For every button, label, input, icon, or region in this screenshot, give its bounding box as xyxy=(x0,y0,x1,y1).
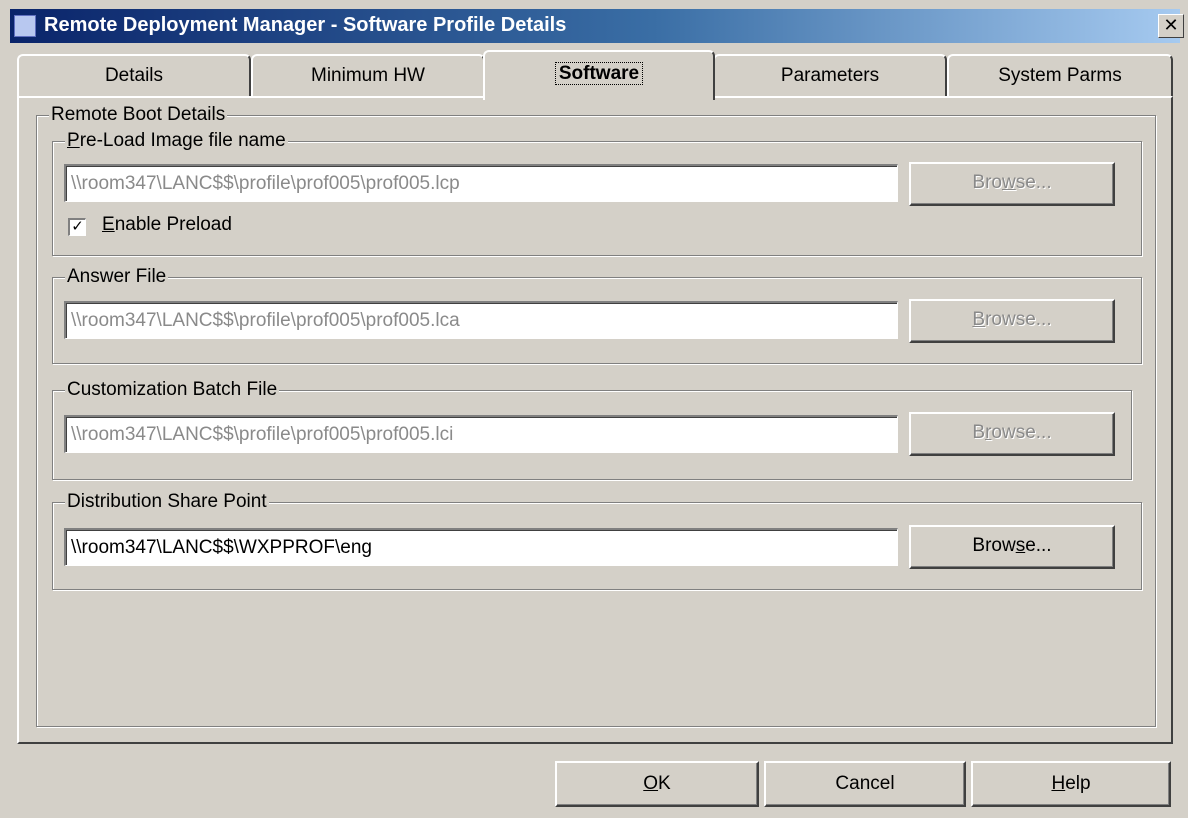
tab-system-parms-label: System Parms xyxy=(998,65,1122,86)
tab-system-parms[interactable]: System Parms xyxy=(947,54,1173,96)
enable-preload-label[interactable]: Enable Preload xyxy=(102,214,232,236)
remote-boot-details-title: Remote Boot Details xyxy=(49,104,228,126)
app-icon xyxy=(14,15,36,37)
ok-button[interactable]: OK xyxy=(555,761,759,807)
close-icon: ✕ xyxy=(1163,15,1179,35)
checkmark-icon: ✓ xyxy=(71,218,84,235)
preload-browse-button[interactable]: Browse... xyxy=(909,162,1115,206)
customization-browse-button[interactable]: Browse... xyxy=(909,412,1115,456)
tab-details[interactable]: Details xyxy=(17,54,251,96)
distribution-share-title: Distribution Share Point xyxy=(65,491,269,513)
enable-preload-checkbox[interactable]: ✓ xyxy=(68,218,86,236)
tab-parameters[interactable]: Parameters xyxy=(713,54,947,96)
answer-file-field[interactable]: \\room347\LANC$$\profile\prof005\prof005… xyxy=(64,301,898,339)
distribution-share-field[interactable]: \\room347\LANC$$\WXPPROF\eng xyxy=(64,528,898,566)
window-title: Remote Deployment Manager - Software Pro… xyxy=(44,14,567,36)
tab-panel-software: Remote Boot Details Pre-Load Image file … xyxy=(17,96,1173,744)
cancel-button[interactable]: Cancel xyxy=(764,761,966,807)
tab-software-label: Software xyxy=(554,62,644,85)
help-button[interactable]: Help xyxy=(971,761,1171,807)
tab-software[interactable]: Software xyxy=(483,50,715,100)
customization-batch-title: Customization Batch File xyxy=(65,379,280,401)
answer-browse-button[interactable]: Browse... xyxy=(909,299,1115,343)
close-button[interactable]: ✕ xyxy=(1158,14,1184,38)
customization-batch-field[interactable]: \\room347\LANC$$\profile\prof005\prof005… xyxy=(64,415,898,453)
preload-image-title: Pre-Load Image file name xyxy=(65,130,288,152)
tab-parameters-label: Parameters xyxy=(780,65,880,86)
title-bar[interactable]: Remote Deployment Manager - Software Pro… xyxy=(10,9,1184,43)
preload-image-field[interactable]: \\room347\LANC$$\profile\prof005\prof005… xyxy=(64,164,898,202)
tab-minimum-hw-label: Minimum HW xyxy=(311,65,425,86)
tab-details-label: Details xyxy=(104,65,164,86)
answer-file-title: Answer File xyxy=(65,266,169,288)
tab-minimum-hw[interactable]: Minimum HW xyxy=(251,54,485,96)
distribution-browse-button[interactable]: Browse... xyxy=(909,525,1115,569)
